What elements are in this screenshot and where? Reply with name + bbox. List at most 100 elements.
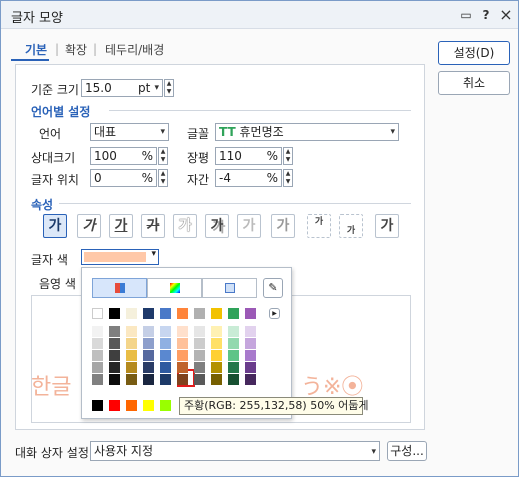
palette-swatch[interactable] [109, 374, 120, 385]
palette-swatch[interactable] [194, 308, 205, 319]
strikeout-button[interactable]: 가 [141, 214, 165, 238]
palette-swatch[interactable] [160, 350, 171, 361]
tab-basic[interactable]: 기본 [25, 41, 47, 58]
palette-swatch[interactable] [109, 338, 120, 349]
char-position-field[interactable]: 0 % [90, 169, 157, 187]
palette-swatch[interactable] [92, 338, 103, 349]
ok-button[interactable]: 설정(D) [438, 41, 510, 65]
palette-swatch[interactable] [245, 350, 256, 361]
char-position-spinner[interactable]: ▲ ▼ [158, 169, 168, 187]
config-button[interactable]: 구성... [387, 441, 427, 461]
palette-swatch[interactable] [228, 326, 239, 337]
palette-swatch[interactable] [143, 374, 154, 385]
palette-swatch[interactable] [211, 350, 222, 361]
width-ratio-field[interactable]: 110 % [215, 147, 282, 165]
palette-swatch[interactable] [177, 338, 188, 349]
palette-swatch[interactable] [160, 400, 171, 411]
relative-size-field[interactable]: 100 % [90, 147, 157, 165]
char-spacing-spinner[interactable]: ▲ ▼ [283, 169, 293, 187]
palette-swatch[interactable] [143, 362, 154, 373]
tab-border-background[interactable]: 테두리/배경 [105, 41, 164, 58]
palette-swatch[interactable] [126, 308, 137, 319]
palette-swatch[interactable] [92, 362, 103, 373]
width-ratio-spinner[interactable]: ▲ ▼ [283, 147, 293, 165]
palette-swatch[interactable] [211, 326, 222, 337]
text-color-select[interactable]: ▾ [81, 249, 159, 265]
emboss-button[interactable]: 가 [237, 214, 261, 238]
palette-swatch[interactable] [177, 308, 188, 319]
palette-swatch[interactable] [126, 326, 137, 337]
palette-swatch[interactable] [109, 400, 120, 411]
palette-swatch[interactable] [228, 350, 239, 361]
palette-swatch[interactable] [160, 362, 171, 373]
chat-icon[interactable]: ▭ [457, 6, 475, 24]
palette-swatch[interactable] [245, 374, 256, 385]
char-spacing-field[interactable]: -4 % [215, 169, 282, 187]
relative-size-spinner[interactable]: ▲ ▼ [158, 147, 168, 165]
language-select[interactable]: 대표 ▾ [90, 123, 169, 141]
palette-swatch[interactable] [126, 400, 137, 411]
palette-swatch[interactable] [109, 326, 120, 337]
tab-extended[interactable]: 확장 [65, 41, 87, 58]
palette-swatch[interactable] [194, 350, 205, 361]
palette-swatch[interactable] [143, 308, 154, 319]
palette-swatch[interactable] [160, 338, 171, 349]
palette-swatch[interactable] [228, 338, 239, 349]
palette-tab-theme[interactable] [92, 278, 147, 298]
palette-swatch[interactable] [92, 374, 103, 385]
palette-swatch[interactable] [109, 362, 120, 373]
palette-swatch[interactable] [228, 362, 239, 373]
palette-swatch[interactable] [92, 350, 103, 361]
palette-swatch[interactable] [92, 400, 103, 411]
chevron-down-icon[interactable]: ▾ [154, 80, 159, 96]
eyedropper-icon[interactable]: ✎ [263, 278, 283, 298]
palette-swatch[interactable] [194, 374, 205, 385]
palette-swatch[interactable] [126, 338, 137, 349]
close-icon[interactable]: × [497, 6, 515, 24]
palette-swatch[interactable] [228, 308, 239, 319]
palette-swatch[interactable] [177, 350, 188, 361]
palette-swatch[interactable] [143, 400, 154, 411]
cancel-button[interactable]: 취소 [438, 71, 510, 95]
base-size-spinner[interactable]: ▲ ▼ [164, 79, 174, 97]
bold-button[interactable]: 가 [43, 214, 67, 238]
palette-swatch[interactable] [211, 338, 222, 349]
shadow-button[interactable]: 가 [205, 214, 229, 238]
palette-swatch[interactable] [211, 362, 222, 373]
palette-swatch[interactable] [211, 374, 222, 385]
palette-swatch[interactable] [92, 326, 103, 337]
palette-swatch[interactable] [245, 308, 256, 319]
palette-swatch[interactable] [126, 374, 137, 385]
subscript-button[interactable]: 가 [339, 214, 363, 238]
base-size-field[interactable]: 15.0 pt ▾ [81, 79, 163, 97]
palette-swatch[interactable] [109, 350, 120, 361]
normal-button[interactable]: 가 [375, 214, 399, 238]
palette-swatch[interactable] [245, 338, 256, 349]
palette-more-icon[interactable]: ▶ [269, 308, 280, 319]
palette-swatch[interactable] [177, 362, 188, 373]
palette-swatch[interactable] [143, 338, 154, 349]
help-icon[interactable]: ? [477, 6, 495, 24]
italic-button[interactable]: 가 [77, 214, 101, 238]
palette-swatch[interactable] [109, 308, 120, 319]
palette-swatch[interactable] [126, 350, 137, 361]
engrave-button[interactable]: 가 [271, 214, 295, 238]
palette-swatch[interactable] [245, 362, 256, 373]
palette-tab-image[interactable] [202, 278, 257, 298]
palette-swatch[interactable] [194, 326, 205, 337]
outline-button[interactable]: 가 [173, 214, 197, 238]
palette-swatch[interactable] [177, 374, 188, 385]
palette-tab-spectrum[interactable] [147, 278, 202, 298]
palette-swatch[interactable] [194, 362, 205, 373]
palette-swatch[interactable] [143, 326, 154, 337]
chevron-down-icon[interactable]: ▾ [390, 124, 395, 140]
chevron-down-icon[interactable]: ▾ [160, 124, 165, 140]
palette-swatch[interactable] [245, 326, 256, 337]
palette-swatch[interactable] [143, 350, 154, 361]
palette-swatch[interactable] [160, 308, 171, 319]
palette-swatch[interactable] [177, 326, 188, 337]
chevron-down-icon[interactable]: ▾ [151, 249, 156, 259]
palette-swatch[interactable] [126, 362, 137, 373]
underline-button[interactable]: 가 [109, 214, 133, 238]
palette-swatch[interactable] [92, 308, 103, 319]
